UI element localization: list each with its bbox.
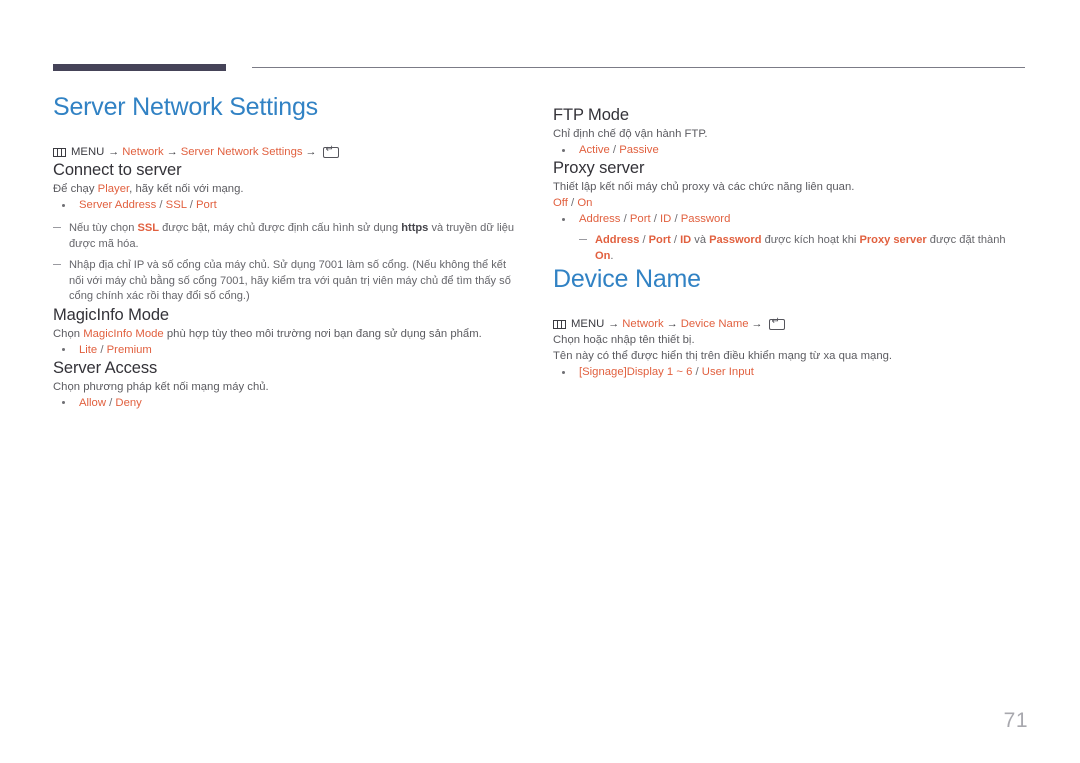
device-name-options-list: [Signage]Display 1 ~ 6 / User Input [553, 364, 1025, 380]
section-heading-server-access: Server Access [53, 358, 158, 377]
note-address-keyword: Address [595, 234, 640, 246]
option-ssl: SSL [165, 199, 187, 211]
section-heading-ftp-mode: FTP Mode [553, 106, 629, 124]
note-text-j: . [610, 249, 614, 262]
menu-icon [53, 147, 66, 157]
option-user-input: User Input [701, 366, 754, 378]
magicinfo-desc-highlight: MagicInfo Mode [83, 327, 164, 340]
menu-step-server-network-settings: Server Network Settings [180, 146, 303, 158]
device-name-line2: Tên này có thể được hiển thị trên điều k… [553, 350, 893, 362]
connect-desc-highlight: Player [97, 183, 130, 195]
left-column: Server Network Settings MENU → Network →… [53, 92, 521, 411]
menu-step-network: Network [622, 318, 664, 330]
list-item: [Signage]Display 1 ~ 6 / User Input [553, 364, 1025, 380]
menu-step-device-name: Device Name [680, 318, 749, 330]
page-title: Server Network Settings [53, 93, 318, 121]
list-item: Address / Port / ID / Password [553, 211, 1025, 227]
note-text-h: được đặt thành [926, 234, 1006, 246]
note-text-c: được bật, máy chủ được định cấu hình sử … [159, 222, 402, 234]
section-heading-proxy-server: Proxy server [553, 159, 645, 177]
page-number: 71 [1003, 709, 1028, 732]
connect-description: Để chạy Player, hãy kết nối với mạng. [53, 181, 521, 197]
note-text-d: và [691, 234, 710, 246]
proxy-options-list: Address / Port / ID / Password [553, 211, 1025, 227]
note-text-f: được kích hoạt khi [761, 234, 860, 246]
magicinfo-options-list: Lite / Premium [53, 342, 521, 358]
option-lite: Lite [79, 343, 98, 356]
note-text-a: Nếu tùy chọn [69, 222, 138, 234]
note-password-keyword: Password [709, 234, 762, 246]
option-off: Off [553, 197, 568, 209]
option-passive: Passive [619, 144, 659, 156]
option-deny: Deny [115, 396, 142, 409]
right-column: FTP Mode Chỉ định chế độ vận hành FTP. A… [553, 92, 1025, 380]
arrow-icon: → [305, 146, 317, 158]
option-premium: Premium [106, 343, 152, 356]
magicinfo-desc-pre: Chọn [53, 327, 84, 340]
header-rule-line [252, 67, 1025, 68]
server-access-description: Chọn phương pháp kết nối mạng máy chủ. [53, 380, 269, 393]
page-header [0, 64, 1080, 76]
menu-path-server-network: MENU → Network → Server Network Settings… [53, 144, 521, 160]
magicinfo-description: Chọn MagicInfo Mode phù hợp tùy theo môi… [53, 326, 521, 342]
list-item: Active / Passive [553, 142, 1025, 158]
note-id-keyword: ID [680, 234, 692, 246]
connect-options-list: Server Address / SSL / Port [53, 197, 521, 213]
note-ssl-keyword: SSL [137, 222, 160, 234]
option-signage-display: [Signage]Display 1 ~ 6 [579, 366, 693, 378]
section-heading-connect-to-server: Connect to server [53, 161, 182, 179]
option-port: Port [629, 213, 651, 225]
note-port-keyword: Port [648, 234, 671, 246]
menu-label: MENU [571, 318, 605, 330]
arrow-icon: → [608, 318, 620, 330]
page-title-device-name: Device Name [553, 265, 701, 293]
enter-key-icon [768, 316, 785, 330]
proxy-description: Thiết lập kết nối máy chủ proxy và các c… [553, 181, 855, 193]
menu-step-network: Network [122, 146, 164, 158]
server-access-options-list: Allow / Deny [53, 395, 521, 411]
proxy-note: Address / Port / ID và Password được kíc… [579, 233, 1025, 264]
note-on-keyword: On [595, 249, 611, 262]
option-server-address: Server Address [79, 199, 157, 211]
list-item: Server Address / SSL / Port [53, 197, 521, 213]
arrow-icon: → [166, 146, 178, 158]
enter-key-icon [322, 144, 339, 158]
connect-desc-post: , hãy kết nối với mạng. [129, 183, 244, 195]
proxy-toggle-values: Off / On [553, 197, 593, 209]
menu-path-device-name: MENU → Network → Device Name → [553, 316, 1025, 332]
list-item: Allow / Deny [53, 395, 521, 411]
option-port: Port [196, 199, 217, 211]
note-https-keyword: https [401, 222, 429, 234]
option-on: On [577, 197, 593, 209]
connect-note-port: Nhập địa chỉ IP và số cổng của máy chủ. … [53, 258, 521, 305]
ftp-description: Chỉ định chế độ vận hành FTP. [553, 128, 708, 140]
option-password: Password [680, 213, 731, 225]
option-allow: Allow [79, 396, 106, 409]
connect-note-ssl: Nếu tùy chọn SSL được bật, máy chủ được … [53, 221, 521, 252]
header-accent-bar [53, 64, 226, 71]
list-item: Lite / Premium [53, 342, 521, 358]
arrow-icon: → [751, 318, 763, 330]
menu-icon [553, 319, 566, 329]
arrow-icon: → [666, 318, 678, 330]
menu-label: MENU [71, 146, 105, 158]
magicinfo-desc-post: phù hợp tùy theo môi trường nơi bạn đang… [163, 327, 482, 340]
connect-desc-pre: Để chạy [53, 183, 98, 195]
section-heading-magicinfo-mode: MagicInfo Mode [53, 305, 169, 324]
option-active: Active [579, 144, 610, 156]
option-address: Address [579, 213, 621, 225]
device-name-line1: Chọn hoặc nhập tên thiết bị. [553, 334, 695, 346]
note-proxy-server-keyword: Proxy server [859, 234, 927, 246]
arrow-icon: → [108, 146, 120, 158]
ftp-options-list: Active / Passive [553, 142, 1025, 158]
option-id: ID [660, 213, 672, 225]
